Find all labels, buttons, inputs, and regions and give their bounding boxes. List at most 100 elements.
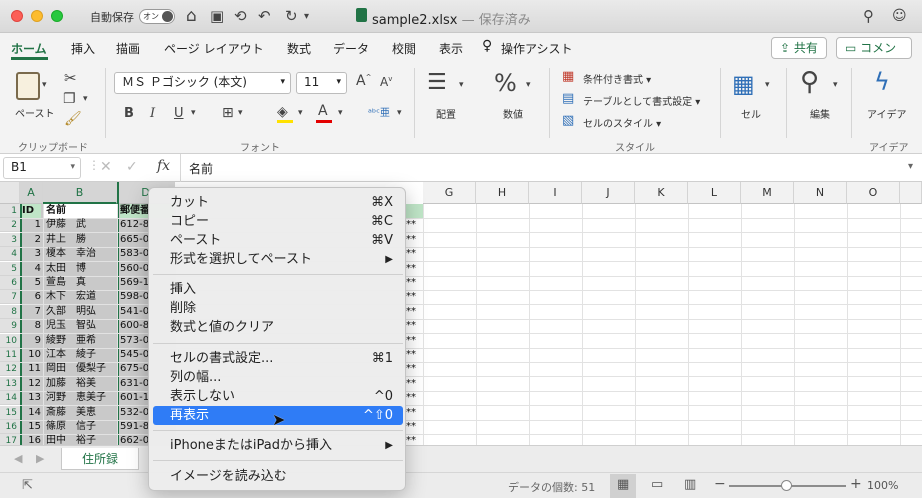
column-header-k[interactable]: K <box>635 182 688 204</box>
cell-name[interactable]: 萱島 真 <box>46 276 116 290</box>
tab-home[interactable]: ホーム <box>11 40 47 57</box>
zoom-out-icon[interactable]: − <box>714 476 726 492</box>
page-break-view-icon[interactable]: ▥ <box>684 477 696 492</box>
cell-id[interactable]: 5 <box>22 276 41 290</box>
cell-name[interactable]: 榎本 幸治 <box>46 247 116 261</box>
column-header-b[interactable]: B <box>43 182 117 204</box>
cell-name[interactable]: 名前 <box>46 204 116 218</box>
menu-item-delete[interactable]: 削除 <box>153 299 403 318</box>
enter-icon[interactable]: ✓ <box>126 159 138 175</box>
cell-name[interactable]: 伊藤 武 <box>46 218 116 232</box>
column-header-l[interactable]: L <box>688 182 741 204</box>
maximize-window-button[interactable] <box>51 10 63 22</box>
tab-insert[interactable]: 挿入 <box>71 40 95 57</box>
column-header-i[interactable]: I <box>529 182 582 204</box>
cell-name[interactable]: 篠原 信子 <box>46 420 116 434</box>
menu-item-import-image[interactable]: イメージを読み込む <box>153 467 403 486</box>
row-header[interactable]: 13 <box>0 376 20 391</box>
tab-data[interactable]: データ <box>333 40 369 57</box>
cancel-icon[interactable]: ✕ <box>100 159 112 175</box>
row-header[interactable]: 10 <box>0 333 20 348</box>
cell-id[interactable]: 9 <box>22 334 41 348</box>
undo-icon[interactable]: ↶ <box>258 7 271 25</box>
minimize-window-button[interactable] <box>31 10 43 22</box>
cell-name[interactable]: 児玉 智弘 <box>46 319 116 333</box>
conditional-format-icon[interactable]: ▦ <box>562 69 574 84</box>
column-header-p[interactable] <box>900 182 922 204</box>
borders-icon[interactable]: ⊞ <box>222 105 234 121</box>
alignment-dropdown-icon[interactable]: ▾ <box>459 80 464 90</box>
column-header-a[interactable]: A <box>20 182 43 204</box>
cell-name[interactable]: 久部 明弘 <box>46 305 116 319</box>
cell-name[interactable]: 綾野 亜希 <box>46 334 116 348</box>
row-header[interactable]: 1 <box>0 204 20 218</box>
tab-formulas[interactable]: 数式 <box>287 40 311 57</box>
cell-id[interactable]: 14 <box>22 406 41 420</box>
font-color-dropdown-icon[interactable]: ▾ <box>338 108 343 118</box>
expand-formula-icon[interactable]: ▾ <box>908 161 913 172</box>
menu-item-paste-special[interactable]: 形式を選択してペースト ▶ <box>153 250 403 269</box>
menu-item-insert-from-iphone[interactable]: iPhoneまたはiPadから挿入 ▶ <box>153 436 403 455</box>
cell-id[interactable]: 13 <box>22 391 41 405</box>
column-header-o[interactable]: O <box>847 182 900 204</box>
number-dropdown-icon[interactable]: ▾ <box>526 80 531 90</box>
profile-icon[interactable]: ☺ <box>892 8 907 24</box>
cells-icon[interactable]: ▦ <box>732 70 755 98</box>
phonetic-dropdown-icon[interactable]: ▾ <box>397 108 402 118</box>
formula-input[interactable]: 名前 <box>189 160 213 177</box>
paste-dropdown-icon[interactable]: ▾ <box>42 80 47 90</box>
phonetic-guide-icon[interactable]: ᵃᵇᶜ亜 <box>368 104 390 119</box>
cell-name[interactable]: 岡田 優梨子 <box>46 362 116 376</box>
font-color-icon[interactable]: A <box>318 103 328 119</box>
insert-function-button[interactable]: fx <box>157 158 170 174</box>
home-icon[interactable]: ⌂ <box>186 6 197 26</box>
search-icon[interactable]: ⚲ <box>863 7 874 25</box>
row-header[interactable]: 3 <box>0 232 20 247</box>
zoom-level[interactable]: 100% <box>867 479 898 492</box>
row-header[interactable]: 5 <box>0 261 20 276</box>
row-header[interactable]: 2 <box>0 218 20 233</box>
spreadsheet-grid[interactable]: A B D G H I J K L M N O 1 ID 名前 郵便番 2 1 伊藤 武 61… <box>0 182 922 450</box>
bold-button[interactable]: B <box>124 106 134 121</box>
alignment-icon[interactable]: ☰ <box>427 70 447 95</box>
menu-item-format-cells[interactable]: セルの書式設定... ⌘1 <box>153 349 403 368</box>
ideas-label[interactable]: アイデア <box>867 106 907 121</box>
row-header[interactable]: 4 <box>0 247 20 262</box>
column-header-n[interactable]: N <box>794 182 847 204</box>
row-header[interactable]: 14 <box>0 391 20 406</box>
customize-toolbar-icon[interactable]: ▾ <box>304 11 309 22</box>
redo-icon[interactable]: ↻ <box>285 7 298 25</box>
ideas-icon[interactable]: ϟ <box>874 68 890 96</box>
fill-color-dropdown-icon[interactable]: ▾ <box>298 108 303 118</box>
autosave-toggle[interactable]: オン <box>139 9 175 24</box>
comment-button[interactable]: ▭ コメント <box>836 37 912 75</box>
table-format-button[interactable]: テーブルとして書式設定 ▾ <box>583 93 700 108</box>
font-size-select[interactable]: 11 ▾ <box>296 72 347 94</box>
tab-page-layout[interactable]: ページ レイアウト <box>164 40 264 57</box>
cut-icon[interactable]: ✂ <box>64 69 77 87</box>
share-button[interactable]: ⇪ 共有 <box>771 37 827 59</box>
column-header-m[interactable]: M <box>741 182 794 204</box>
row-header[interactable]: 12 <box>0 362 20 377</box>
cell-id[interactable]: 4 <box>22 262 41 276</box>
cell-name[interactable]: 加藤 裕美 <box>46 377 116 391</box>
conditional-format-button[interactable]: 条件付き書式 ▾ <box>583 71 651 86</box>
cell-name[interactable]: 江本 綾子 <box>46 348 116 362</box>
macro-icon[interactable]: ⇱ <box>22 478 33 493</box>
next-sheet-icon[interactable]: ▶ <box>36 452 44 465</box>
cell-name[interactable]: 太田 博 <box>46 262 116 276</box>
column-header-g[interactable]: G <box>423 182 476 204</box>
select-all-corner[interactable] <box>0 182 20 204</box>
menu-item-copy[interactable]: コピー ⌘C <box>153 212 403 231</box>
sync-icon[interactable]: ⟲ <box>234 7 247 25</box>
cell-id[interactable]: 7 <box>22 305 41 319</box>
zoom-slider-thumb[interactable] <box>781 480 792 491</box>
cell-id[interactable]: ID <box>22 204 41 218</box>
row-header[interactable]: 9 <box>0 319 20 334</box>
cells-dropdown-icon[interactable]: ▾ <box>765 80 770 90</box>
cell-name[interactable]: 木下 宏道 <box>46 290 116 304</box>
menu-item-paste[interactable]: ペースト ⌘V <box>153 231 403 250</box>
cell-id[interactable]: 1 <box>22 218 41 232</box>
copy-dropdown-icon[interactable]: ▾ <box>83 94 88 104</box>
find-icon[interactable]: ⚲ <box>800 67 819 97</box>
